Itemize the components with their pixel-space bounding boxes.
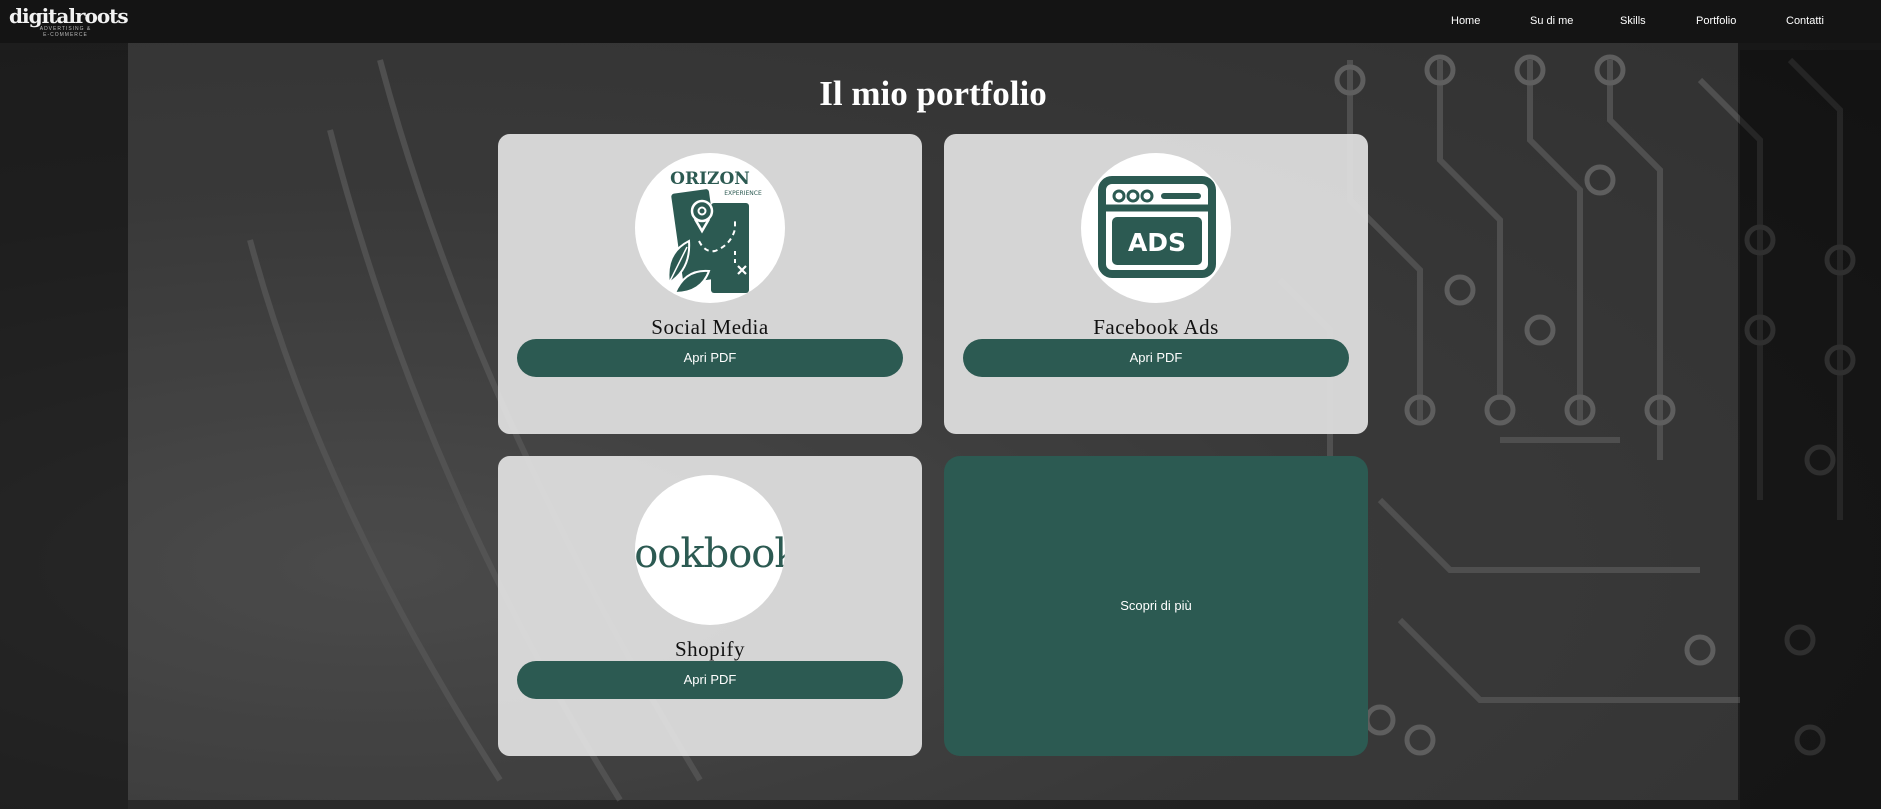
- svg-text:EXPERIENCE: EXPERIENCE: [724, 190, 762, 197]
- open-pdf-button[interactable]: Apri PDF: [517, 661, 903, 699]
- top-navigation-bar: digitalroots ADVERTISING & E-COMMERCE Ho…: [0, 0, 1881, 43]
- nav-home[interactable]: Home: [1451, 15, 1480, 27]
- orizon-map-icon: ORIZON EXPERIENCE: [635, 153, 785, 303]
- content-overlay: [128, 43, 1738, 800]
- nav-portfolio[interactable]: Portfolio: [1696, 15, 1736, 27]
- portfolio-card-facebook-ads: ADS Facebook Ads Apri PDF: [944, 134, 1368, 434]
- portfolio-card-social-media: ORIZON EXPERIENCE Social Media Apri PDF: [498, 134, 922, 434]
- open-pdf-button[interactable]: Apri PDF: [517, 339, 903, 377]
- logo-subtitle-2: E-COMMERCE: [43, 32, 88, 38]
- logo-text: digitalroots: [9, 4, 129, 28]
- svg-text:ADS: ADS: [1128, 228, 1186, 257]
- digitalroots-logo[interactable]: digitalroots ADVERTISING & E-COMMERCE: [9, 4, 129, 38]
- svg-text:lookbook: lookbook: [635, 531, 785, 577]
- nav-contatti[interactable]: Contatti: [1786, 15, 1824, 27]
- page-title: Il mio portfolio: [819, 74, 1047, 113]
- nav-su-di-me[interactable]: Su di me: [1530, 15, 1573, 27]
- lookbook-logo: lookbook: [635, 475, 785, 625]
- discover-more-card[interactable]: Scopri di più: [944, 456, 1368, 756]
- card-title: Shopify: [674, 637, 745, 661]
- card-title: Social Media: [651, 315, 769, 339]
- nav-skills[interactable]: Skills: [1620, 15, 1646, 27]
- portfolio-card-shopify: lookbook Shopify Apri PDF: [498, 456, 922, 756]
- discover-more-label: Scopri di più: [1120, 598, 1192, 613]
- open-pdf-button[interactable]: Apri PDF: [963, 339, 1349, 377]
- ads-browser-icon: ADS: [1081, 153, 1231, 303]
- svg-text:ORIZON: ORIZON: [670, 169, 750, 189]
- card-title: Facebook Ads: [1093, 315, 1219, 339]
